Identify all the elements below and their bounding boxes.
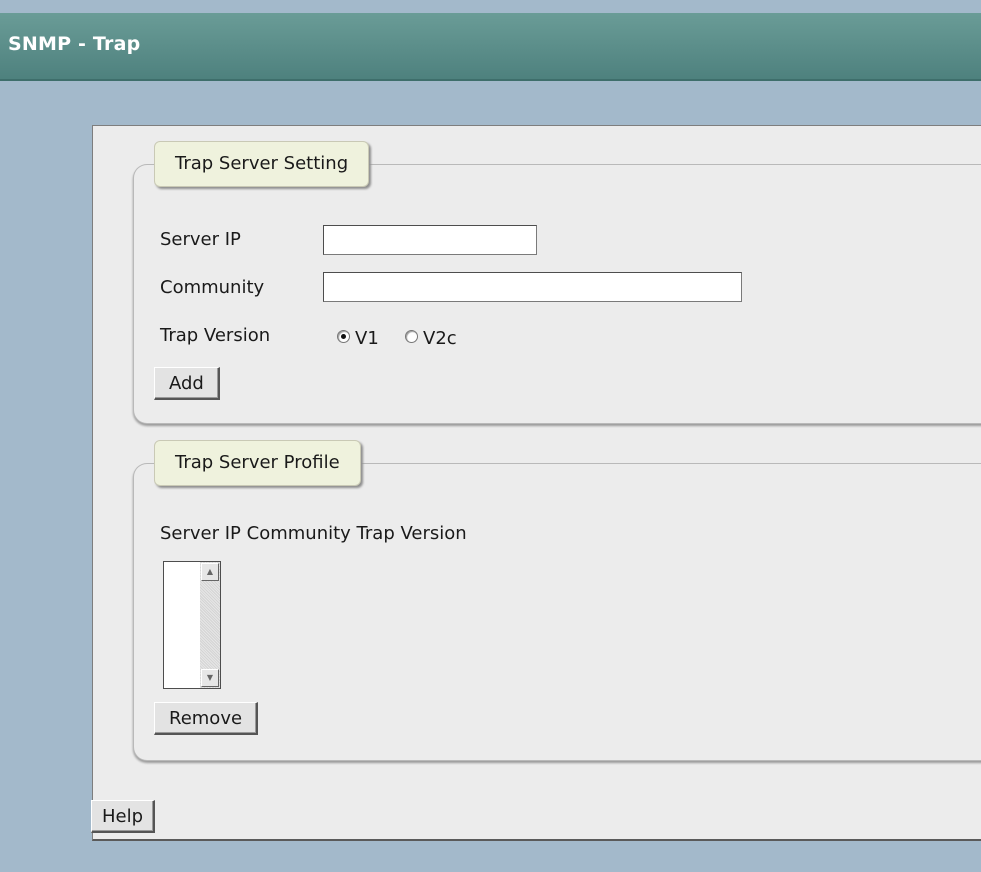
v2c-radio[interactable] [405,330,418,343]
trap-server-profile-list[interactable]: ▲ ▼ [163,561,221,689]
trap-server-setting-group: Trap Server Setting Server IP Community … [133,141,981,424]
community-input[interactable] [323,272,742,302]
main-panel: Trap Server Setting Server IP Community … [91,125,981,841]
community-label: Community [160,277,265,298]
list-scrollbar[interactable]: ▲ ▼ [200,562,220,688]
scroll-down-arrow-icon[interactable]: ▼ [201,669,219,687]
server-ip-label: Server IP [160,229,241,250]
add-button[interactable]: Add [154,367,220,400]
help-button[interactable]: Help [91,800,156,833]
server-ip-input[interactable] [323,225,537,255]
profile-columns-label: Server IP Community Trap Version [160,523,467,544]
trap-version-label: Trap Version [160,325,271,346]
scroll-up-arrow-icon[interactable]: ▲ [201,563,219,581]
v1-label: V1 [355,328,379,349]
v2c-label: V2c [423,328,457,349]
page-header: SNMP - Trap [0,13,981,81]
remove-button[interactable]: Remove [154,702,259,735]
page-title: SNMP - Trap [8,33,141,55]
trap-server-profile-legend: Trap Server Profile [154,440,361,486]
trap-server-setting-legend: Trap Server Setting [154,141,370,187]
v1-radio[interactable] [337,330,350,343]
trap-server-profile-group: Trap Server Profile Server IP Community … [133,440,981,761]
